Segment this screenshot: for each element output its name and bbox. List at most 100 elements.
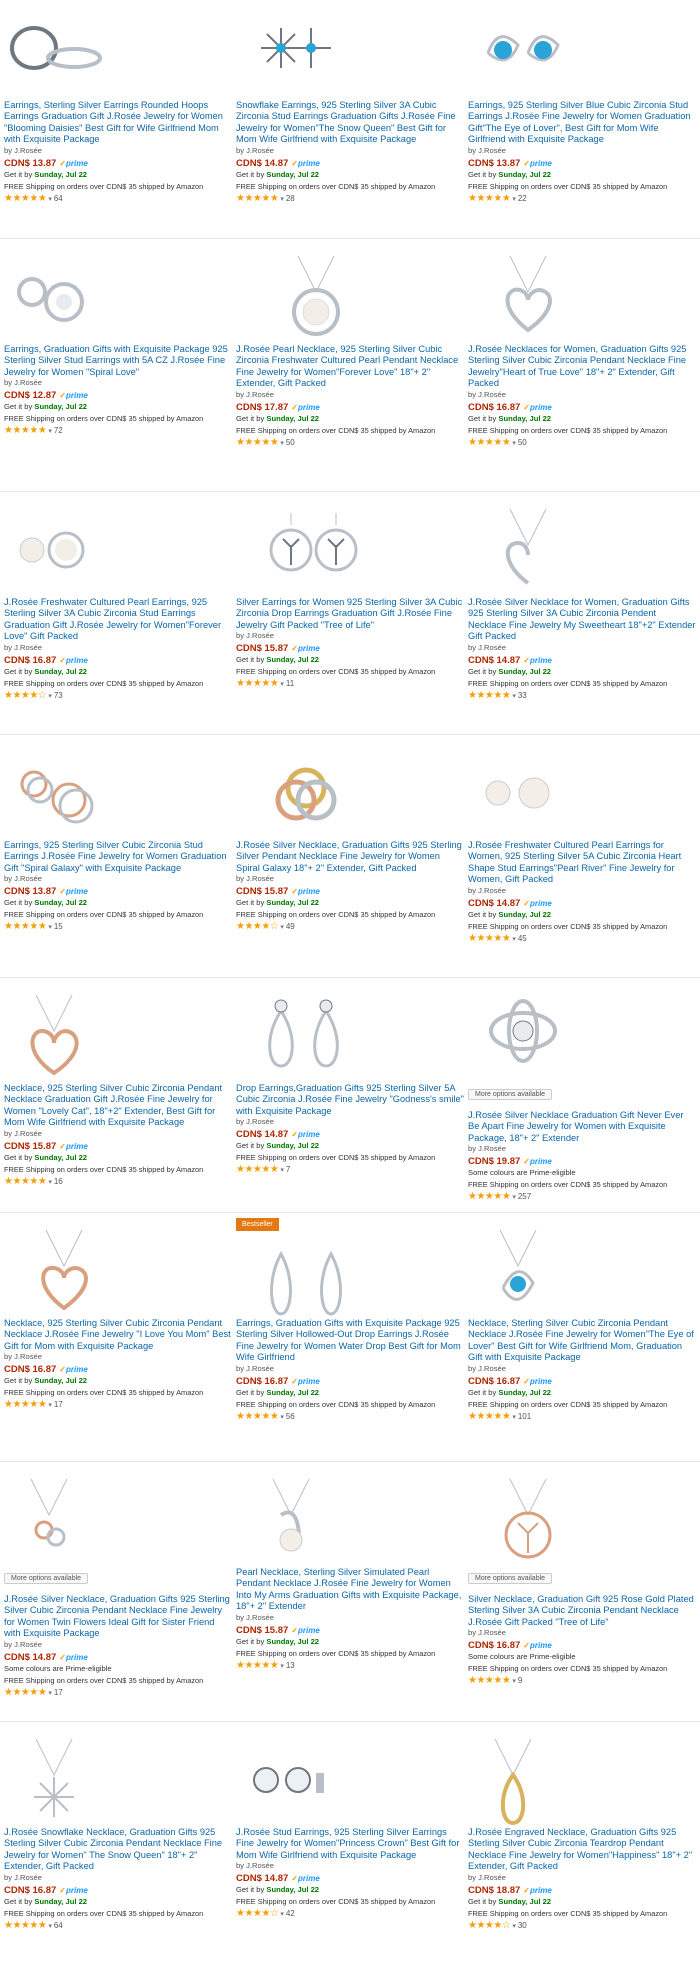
- product-title-link[interactable]: Silver Necklace, Graduation Gift 925 Ros…: [468, 1594, 696, 1628]
- product-image[interactable]: [236, 252, 464, 344]
- product-title-link[interactable]: Earrings, 925 Sterling Silver Blue Cubic…: [468, 100, 696, 146]
- star-rating-icon[interactable]: ★★★★★: [4, 1176, 47, 1187]
- product-title-link[interactable]: J.Rosée Freshwater Cultured Pearl Earrin…: [468, 840, 696, 886]
- star-rating-icon[interactable]: ★★★★★: [4, 1920, 47, 1931]
- star-rating-icon[interactable]: ★★★★★: [236, 1660, 279, 1671]
- product-title-link[interactable]: J.Rosée Silver Necklace Graduation Gift …: [468, 1110, 696, 1144]
- product-title-link[interactable]: Necklace, 925 Sterling Silver Cubic Zirc…: [4, 1318, 232, 1352]
- chevron-down-icon[interactable]: ▾: [280, 924, 284, 931]
- rating-row[interactable]: ★★★★★ ▾ 72: [4, 425, 232, 438]
- review-count-link[interactable]: 11: [286, 679, 294, 688]
- product-image[interactable]: [236, 505, 464, 597]
- product-card[interactable]: Necklace, 925 Sterling Silver Cubic Zirc…: [4, 1226, 232, 1412]
- product-title-link[interactable]: Necklace, 925 Sterling Silver Cubic Zirc…: [4, 1083, 232, 1129]
- chevron-down-icon[interactable]: ▾: [280, 440, 284, 447]
- rating-row[interactable]: ★★★★★ ▾ 7: [236, 1164, 464, 1177]
- product-image[interactable]: [236, 1735, 464, 1827]
- chevron-down-icon[interactable]: ▾: [280, 1663, 284, 1670]
- rating-row[interactable]: ★★★★★ ▾ 11: [236, 678, 464, 691]
- chevron-down-icon[interactable]: ▾: [512, 693, 516, 700]
- product-card[interactable]: More options available J.Rosée Silver Nec…: [4, 1475, 232, 1700]
- rating-row[interactable]: ★★★★★ ▾ 101: [468, 1411, 696, 1424]
- rating-row[interactable]: ★★★★☆ ▾ 73: [4, 690, 232, 703]
- rating-row[interactable]: ★★★★★ ▾ 15: [4, 921, 232, 934]
- product-image[interactable]: [468, 748, 696, 840]
- product-card[interactable]: J.Rosée Pearl Necklace, 925 Sterling Sil…: [236, 252, 464, 450]
- chevron-down-icon[interactable]: ▾: [512, 1923, 516, 1930]
- product-card[interactable]: J.Rosée Freshwater Cultured Pearl Earrin…: [468, 748, 696, 946]
- chevron-down-icon[interactable]: ▾: [48, 428, 52, 435]
- product-image[interactable]: [468, 991, 696, 1083]
- review-count-link[interactable]: 22: [518, 194, 527, 203]
- chevron-down-icon[interactable]: ▾: [48, 1690, 52, 1697]
- chevron-down-icon[interactable]: ▾: [48, 1402, 52, 1409]
- product-card[interactable]: Earrings, 925 Sterling Silver Blue Cubic…: [468, 8, 696, 206]
- product-card[interactable]: Earrings, 925 Sterling Silver Cubic Zirc…: [4, 748, 232, 934]
- product-title-link[interactable]: J.Rosée Pearl Necklace, 925 Sterling Sil…: [236, 344, 464, 390]
- review-count-link[interactable]: 64: [54, 194, 63, 203]
- product-title-link[interactable]: Necklace, Sterling Silver Cubic Zirconia…: [468, 1318, 696, 1364]
- product-title-link[interactable]: Drop Earrings,Graduation Gifts 925 Sterl…: [236, 1083, 464, 1117]
- review-count-link[interactable]: 16: [54, 1177, 63, 1186]
- rating-row[interactable]: ★★★★☆ ▾ 49: [236, 921, 464, 934]
- rating-row[interactable]: ★★★★★ ▾ 16: [4, 1176, 232, 1189]
- product-title-link[interactable]: Snowflake Earrings, 925 Sterling Silver …: [236, 100, 464, 146]
- review-count-link[interactable]: 73: [54, 691, 63, 700]
- product-image[interactable]: [4, 1226, 232, 1318]
- product-title-link[interactable]: Earrings, Graduation Gifts with Exquisit…: [4, 344, 232, 378]
- review-count-link[interactable]: 30: [518, 1921, 527, 1930]
- review-count-link[interactable]: 56: [286, 1412, 295, 1421]
- review-count-link[interactable]: 101: [518, 1412, 531, 1421]
- product-image[interactable]: [4, 1475, 232, 1567]
- product-title-link[interactable]: J.Rosée Silver Necklace, Graduation Gift…: [4, 1594, 232, 1640]
- review-count-link[interactable]: 7: [286, 1165, 290, 1174]
- product-image[interactable]: [4, 8, 232, 100]
- product-card[interactable]: Earrings, Graduation Gifts with Exquisit…: [4, 252, 232, 438]
- rating-row[interactable]: ★★★★★ ▾ 17: [4, 1687, 232, 1700]
- review-count-link[interactable]: 50: [518, 438, 527, 447]
- star-rating-icon[interactable]: ★★★★★: [4, 921, 47, 932]
- star-rating-icon[interactable]: ★★★★★: [236, 193, 279, 204]
- chevron-down-icon[interactable]: ▾: [48, 1179, 52, 1186]
- product-image[interactable]: [468, 505, 696, 597]
- product-image[interactable]: [468, 1226, 696, 1318]
- product-card[interactable]: J.Rosée Engraved Necklace, Graduation Gi…: [468, 1735, 696, 1933]
- product-image[interactable]: [468, 8, 696, 100]
- chevron-down-icon[interactable]: ▾: [48, 693, 52, 700]
- review-count-link[interactable]: 15: [54, 922, 63, 931]
- chevron-down-icon[interactable]: ▾: [512, 1678, 516, 1685]
- product-title-link[interactable]: J.Rosée Silver Necklace for Women, Gradu…: [468, 597, 696, 643]
- review-count-link[interactable]: 49: [286, 922, 295, 931]
- star-rating-icon[interactable]: ★★★★★: [468, 1411, 511, 1422]
- product-card[interactable]: Bestseller Earrings, Graduation Gifts wit…: [236, 1218, 464, 1424]
- rating-row[interactable]: ★★★★★ ▾ 28: [236, 193, 464, 206]
- product-title-link[interactable]: J.Rosée Stud Earrings, 925 Sterling Silv…: [236, 1827, 464, 1861]
- product-card[interactable]: J.Rosée Freshwater Cultured Pearl Earrin…: [4, 505, 232, 703]
- rating-row[interactable]: ★★★★★ ▾ 64: [4, 193, 232, 206]
- chevron-down-icon[interactable]: ▾: [280, 1167, 284, 1174]
- review-count-link[interactable]: 28: [286, 194, 295, 203]
- product-image[interactable]: [4, 991, 232, 1083]
- review-count-link[interactable]: 33: [518, 691, 527, 700]
- review-count-link[interactable]: 45: [518, 934, 527, 943]
- product-card[interactable]: J.Rosée Snowflake Necklace, Graduation G…: [4, 1735, 232, 1933]
- chevron-down-icon[interactable]: ▾: [512, 440, 516, 447]
- star-rating-icon[interactable]: ★★★★★: [468, 690, 511, 701]
- star-rating-icon[interactable]: ★★★★☆: [468, 1920, 511, 1931]
- product-card[interactable]: Necklace, 925 Sterling Silver Cubic Zirc…: [4, 991, 232, 1189]
- chevron-down-icon[interactable]: ▾: [512, 1194, 516, 1201]
- product-image[interactable]: [4, 505, 232, 597]
- product-image[interactable]: Bestseller: [236, 1218, 464, 1318]
- product-title-link[interactable]: J.Rosée Engraved Necklace, Graduation Gi…: [468, 1827, 696, 1873]
- product-image[interactable]: [4, 252, 232, 344]
- product-title-link[interactable]: Pearl Necklace, Sterling Silver Simulate…: [236, 1567, 464, 1613]
- product-image[interactable]: [4, 748, 232, 840]
- product-card[interactable]: Pearl Necklace, Sterling Silver Simulate…: [236, 1475, 464, 1673]
- rating-row[interactable]: ★★★★★ ▾ 13: [236, 1660, 464, 1673]
- product-card[interactable]: J.Rosée Stud Earrings, 925 Sterling Silv…: [236, 1735, 464, 1921]
- review-count-link[interactable]: 17: [54, 1400, 63, 1409]
- product-card[interactable]: J.Rosée Necklaces for Women, Graduation …: [468, 252, 696, 450]
- product-image[interactable]: [236, 748, 464, 840]
- review-count-link[interactable]: 9: [518, 1676, 522, 1685]
- review-count-link[interactable]: 42: [286, 1909, 295, 1918]
